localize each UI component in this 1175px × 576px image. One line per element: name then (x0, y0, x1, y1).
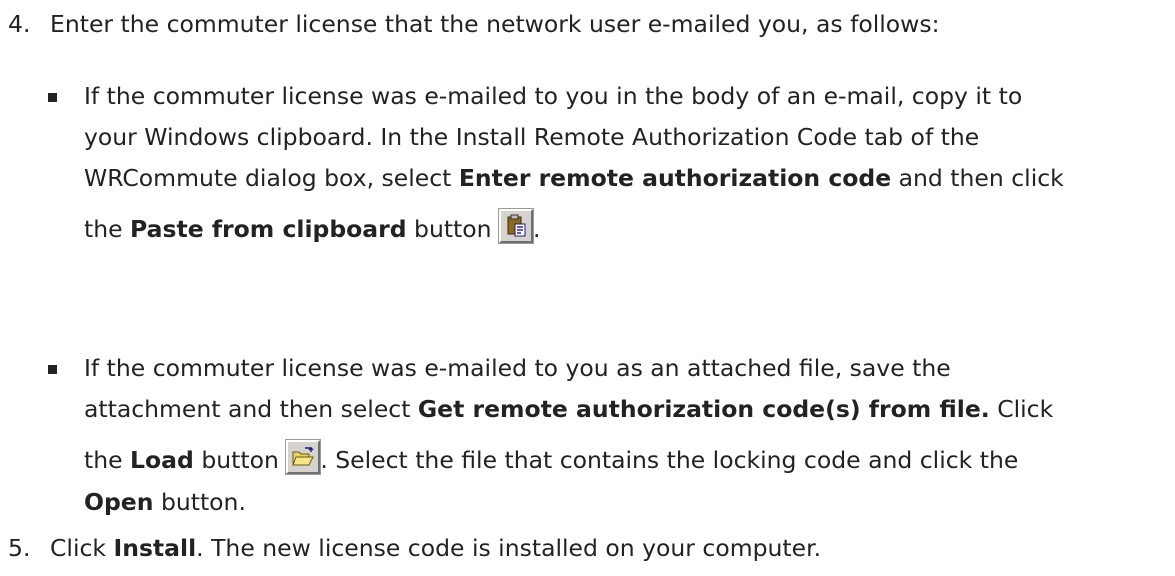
bullet-line: WRCommute dialog box, select Enter remot… (84, 164, 1064, 192)
load-label: Load (130, 446, 194, 474)
paste-from-clipboard-icon (507, 214, 526, 237)
step-text: Click Install. The new license code is i… (50, 534, 822, 562)
option-get-code-from-file: Get remote authorization code(s) from fi… (417, 395, 990, 423)
bullet-line: If the commuter license was e-mailed to … (84, 82, 1023, 110)
bullet-line: If the commuter license was e-mailed to … (84, 354, 951, 382)
bullet-line: Open button. (84, 488, 246, 516)
load-folder-icon (292, 447, 315, 466)
step-number: 5. (8, 534, 31, 562)
step-text: Enter the commuter license that the netw… (50, 10, 940, 38)
open-label: Open (84, 488, 154, 516)
bullet-line: your Windows clipboard. In the Install R… (84, 123, 980, 151)
load-button[interactable] (286, 440, 321, 474)
bullet-marker (48, 93, 57, 102)
step-number: 4. (8, 10, 31, 38)
paste-from-clipboard-button[interactable] (499, 209, 534, 243)
paste-from-clipboard-label: Paste from clipboard (130, 215, 407, 243)
step-4: 4. Enter the commuter license that the ne… (8, 4, 940, 45)
install-label: Install (113, 534, 197, 562)
bullet-line: the Load button . Select the file that c… (84, 430, 1158, 482)
bullet-line: attachment and then select Get remote au… (84, 395, 1054, 423)
bullet-marker (48, 365, 57, 374)
bullet-clipboard: If the commuter license was e-mailed to … (48, 76, 1158, 251)
bullet-line: the Paste from clipboard button . (84, 199, 1158, 251)
bullet-attached-file: If the commuter license was e-mailed to … (48, 348, 1158, 523)
option-enter-remote-code: Enter remote authorization code (458, 164, 892, 192)
step-5: 5. Click Install. The new license code is… (8, 528, 821, 569)
